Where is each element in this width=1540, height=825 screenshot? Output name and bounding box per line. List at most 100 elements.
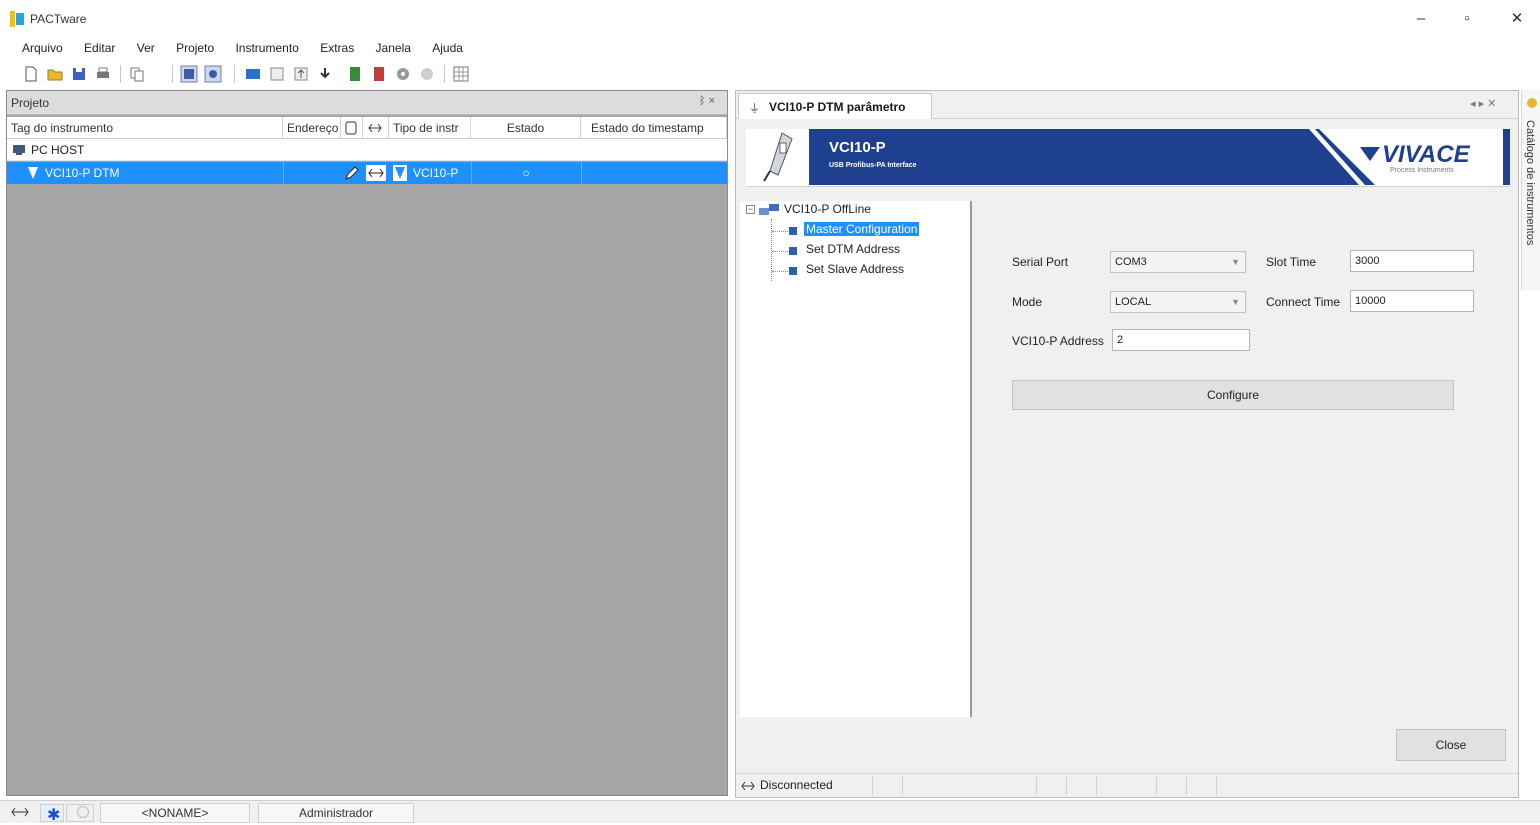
- new-file-icon[interactable]: [22, 65, 40, 83]
- menu-ajuda[interactable]: Ajuda: [423, 38, 472, 58]
- menu-extras[interactable]: Extras: [311, 38, 363, 58]
- vci-address-input[interactable]: 2: [1112, 329, 1250, 351]
- project-column-header: Tag do instrumento Endereço Tipo de inst…: [7, 117, 727, 139]
- network-icon[interactable]: [418, 65, 436, 83]
- vci-row-tag: VCI10-P DTM: [45, 166, 120, 180]
- parameter-icon[interactable]: [268, 65, 286, 83]
- menu-ver[interactable]: Ver: [128, 38, 164, 58]
- tree-row-pc-host[interactable]: PC HOST: [7, 139, 727, 161]
- tree-collapse-toggle[interactable]: −: [746, 205, 755, 214]
- connection-status-icon: [741, 781, 755, 791]
- catalog-icon: [1527, 98, 1537, 108]
- tree-item-icon: [789, 227, 797, 235]
- device-icon[interactable]: [346, 65, 364, 83]
- menu-projeto[interactable]: Projeto: [167, 38, 223, 58]
- project-pane-title: Projeto: [11, 96, 50, 110]
- grid-icon[interactable]: [452, 65, 470, 83]
- tree-item-master-configuration[interactable]: Master Configuration: [804, 222, 920, 236]
- close-window-button[interactable]: ✕: [1494, 6, 1540, 32]
- connection-icon: [11, 807, 29, 817]
- vci-address-label: VCI10-P Address: [1012, 334, 1104, 348]
- banner-subtitle: USB Profibus-PA Interface: [829, 162, 917, 169]
- instrument-catalog-tab[interactable]: Catálogo de instrumentos: [1521, 90, 1540, 290]
- vci-row-type: VCI10-P: [413, 166, 459, 180]
- col-device-icon[interactable]: [341, 117, 363, 139]
- asterisk-icon: ✱: [40, 804, 64, 824]
- catalog-view-icon[interactable]: [204, 65, 222, 83]
- print-icon[interactable]: [94, 65, 112, 83]
- serial-port-value: COM3: [1115, 256, 1147, 268]
- tab-nav-close-controls[interactable]: ◂ ▸ ✕: [1470, 97, 1496, 110]
- pc-host-icon: [13, 145, 25, 155]
- connection-status: Disconnected: [760, 778, 833, 792]
- banner-blue-band: [809, 129, 1397, 185]
- menu-instrumento[interactable]: Instrumento: [226, 38, 307, 58]
- device-type-icon: [393, 165, 407, 181]
- configure-button[interactable]: Configure: [1012, 380, 1454, 410]
- col-state[interactable]: Estado: [471, 117, 581, 139]
- brand-subtitle: Process Instruments: [1390, 167, 1454, 174]
- col-timestamp[interactable]: Estado do timestamp: [581, 117, 727, 139]
- toolbar: [0, 62, 1540, 88]
- tree-item-icon: [789, 267, 797, 275]
- vivace-logo-icon: [1360, 147, 1380, 161]
- minimize-button[interactable]: –: [1398, 6, 1444, 32]
- pactware-app-icon: [10, 11, 24, 27]
- vci-row-state: ○: [522, 166, 530, 180]
- dtm-parameter-window: ⏚ VCI10-P DTM parâmetro ◂ ▸ ✕ VCI10-P US…: [735, 90, 1519, 798]
- upload-icon[interactable]: [292, 65, 310, 83]
- slot-time-label: Slot Time: [1266, 255, 1317, 269]
- dtm-tab-icon: ⏚: [749, 103, 760, 115]
- tree-root-label[interactable]: VCI10-P OffLine: [784, 202, 871, 216]
- project-pane: Projeto ᛒ × Tag do instrumento Endereço …: [6, 90, 728, 796]
- app-status-bar: ✱ <NONAME> Administrador: [0, 800, 1540, 824]
- pin-close-icon[interactable]: ᛒ ×: [699, 95, 715, 107]
- diagnosis-icon[interactable]: [370, 65, 388, 83]
- open-folder-icon[interactable]: [46, 65, 64, 83]
- banner-title: VCI10-P: [829, 139, 886, 156]
- connection-icon[interactable]: [366, 165, 386, 181]
- maximize-button[interactable]: ▫: [1444, 6, 1490, 32]
- dtm-banner: VCI10-P USB Profibus-PA Interface VIVACE…: [746, 129, 1510, 187]
- project-pane-header: Projeto ᛒ ×: [7, 91, 727, 115]
- mode-select[interactable]: LOCAL ▼: [1110, 291, 1246, 313]
- col-address[interactable]: Endereço: [283, 117, 341, 139]
- dtm-tab[interactable]: ⏚ VCI10-P DTM parâmetro: [738, 93, 932, 119]
- catalog-tab-label: Catálogo de instrumentos: [1524, 120, 1536, 246]
- tree-item-icon: [789, 247, 797, 255]
- col-connection-icon[interactable]: [363, 117, 389, 139]
- user-role: Administrador: [258, 803, 414, 823]
- menu-janela[interactable]: Janela: [367, 38, 420, 58]
- tree-item-set-dtm-address[interactable]: Set DTM Address: [806, 242, 900, 256]
- edit-pencil-icon[interactable]: [344, 165, 360, 181]
- menu-editar[interactable]: Editar: [75, 38, 124, 58]
- menu-arquivo[interactable]: Arquivo: [13, 38, 72, 58]
- dtm-tab-title: VCI10-P DTM parâmetro: [769, 100, 906, 114]
- slot-time-input[interactable]: 3000: [1350, 250, 1474, 272]
- brand-logo: VIVACE: [1382, 141, 1470, 168]
- project-name: <NONAME>: [100, 803, 250, 823]
- connect-time-label: Connect Time: [1266, 295, 1341, 309]
- mode-label: Mode: [1012, 295, 1043, 309]
- chevron-down-icon: ▼: [1231, 297, 1240, 307]
- usb-interface-device-icon: [763, 132, 793, 182]
- serial-port-select[interactable]: COM3 ▼: [1110, 251, 1246, 273]
- col-tag[interactable]: Tag do instrumento: [7, 117, 283, 139]
- master-configuration-form: Serial Port COM3 ▼ Slot Time 3000 Mode LO…: [982, 201, 1512, 717]
- save-icon[interactable]: [70, 65, 88, 83]
- tree-item-set-slave-address[interactable]: Set Slave Address: [806, 262, 904, 276]
- title-bar: PACTware – ▫ ✕: [0, 0, 1540, 38]
- tree-row-vci10p-dtm[interactable]: VCI10-P DTM VCI10-P ○: [7, 162, 727, 184]
- project-view-icon[interactable]: [180, 65, 198, 83]
- connect-icon[interactable]: [244, 65, 262, 83]
- download-icon[interactable]: [316, 65, 334, 83]
- connect-time-input[interactable]: 10000: [1350, 290, 1474, 312]
- info-icon: [66, 804, 94, 822]
- dtm-navigation-tree: − VCI10-P OffLine Master Configuration S…: [740, 201, 972, 717]
- settings-icon[interactable]: [394, 65, 412, 83]
- pc-host-label: PC HOST: [31, 143, 85, 157]
- col-type[interactable]: Tipo de instr: [389, 117, 471, 139]
- network-root-icon: [759, 204, 779, 215]
- close-button[interactable]: Close: [1396, 729, 1506, 761]
- copy-icon[interactable]: [128, 65, 146, 83]
